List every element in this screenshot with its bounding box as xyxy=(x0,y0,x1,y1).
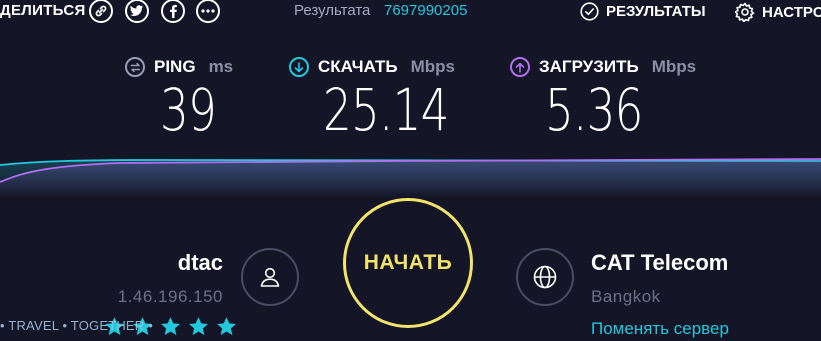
change-server-link[interactable]: Поменять сервер xyxy=(591,319,729,339)
upload-metric-header: ЗАГРУЗИТЬ Mbps xyxy=(510,57,696,77)
more-icon[interactable] xyxy=(196,0,220,23)
upload-unit: Mbps xyxy=(651,57,697,76)
download-metric-header: СКАЧАТЬ Mbps xyxy=(289,57,455,77)
results-link[interactable]: РЕЗУЛЬТАТЫ xyxy=(580,2,706,21)
download-arrow-icon xyxy=(289,57,309,77)
upload-graph-area xyxy=(0,159,821,198)
settings-label: НАСТРО xyxy=(762,3,821,21)
globe-icon xyxy=(533,265,557,289)
ping-label: PING xyxy=(154,57,196,76)
user-icon-button[interactable] xyxy=(241,248,299,306)
server-name: CAT Telecom xyxy=(591,250,729,275)
go-button[interactable]: НАЧАТЬ xyxy=(343,198,473,328)
speed-graph xyxy=(0,158,821,198)
download-label: СКАЧАТЬ xyxy=(318,57,398,76)
isp-name: dtac xyxy=(177,250,223,275)
settings-link[interactable]: НАСТРО xyxy=(735,2,821,22)
result-label: Результата xyxy=(294,2,371,19)
globe-icon-button[interactable] xyxy=(516,248,574,306)
server-city: Bangkok xyxy=(591,287,661,306)
gear-icon xyxy=(735,2,755,22)
star-icon[interactable] xyxy=(216,316,237,337)
star-icon[interactable] xyxy=(160,316,181,337)
star-icon[interactable] xyxy=(188,316,209,337)
ping-icon xyxy=(125,57,145,77)
upload-arrow-icon xyxy=(510,57,530,77)
upload-value: 5.36 xyxy=(545,76,643,144)
results-label: РЕЗУЛЬТАТЫ xyxy=(606,3,706,20)
ping-value: 39 xyxy=(160,76,217,144)
download-unit: Mbps xyxy=(410,57,456,76)
share-label: ДЕЛИТЬСЯ xyxy=(0,2,86,19)
ping-unit: ms xyxy=(208,57,234,76)
watermark: • TRAVEL • TOGETHER • xyxy=(0,318,153,333)
ping-metric-header: PING ms xyxy=(125,57,233,77)
upload-label: ЗАГРУЗИТЬ xyxy=(539,57,639,76)
check-circle-icon xyxy=(580,2,599,21)
result-id[interactable]: 7697990205 xyxy=(384,2,467,19)
user-icon xyxy=(260,267,280,287)
link-icon[interactable] xyxy=(89,0,113,23)
facebook-icon[interactable] xyxy=(161,0,185,23)
twitter-icon[interactable] xyxy=(125,0,149,23)
download-value: 25.14 xyxy=(323,76,449,144)
isp-ip: 1.46.196.150 xyxy=(117,287,223,306)
